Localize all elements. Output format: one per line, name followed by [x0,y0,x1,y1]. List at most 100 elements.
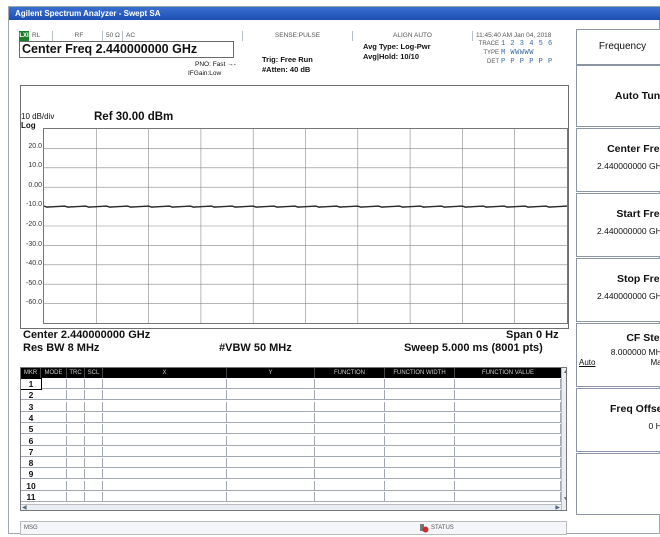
y-tick-label: -60.0 [26,299,42,307]
cf-step-man[interactable]: Man [650,358,660,367]
marker-cell [315,390,385,401]
marker-cell [315,469,385,480]
marker-cell [41,424,67,435]
marker-cell [67,446,85,457]
marker-cell [41,480,67,491]
status-bar: MSG STATUS [20,521,567,535]
marker-horizontal-scrollbar[interactable]: ◀ ▶ [21,504,561,510]
col-mode: MODE [41,368,67,378]
y-tick-label: -40.0 [26,260,42,268]
marker-cell [103,480,227,491]
marker-cell [85,435,103,446]
cf-step-value: 8.000000 MHz [610,347,660,357]
scroll-down-icon[interactable]: ▼ [562,496,566,502]
ifgain-label: IFGain:Low [188,70,222,77]
marker-cell [103,458,227,469]
col-trc: TRC [67,368,85,378]
trace-line [44,205,567,208]
stop-freq-label: Stop Freq [617,273,660,285]
res-bw-readout: Res BW 8 MHz [23,342,100,354]
start-freq-value: 2.440000000 GHz [597,226,660,236]
marker-cell [41,379,67,389]
cf-step-auto[interactable]: Auto [579,358,595,367]
marker-cell [41,401,67,412]
marker-row[interactable]: 4 [21,412,561,423]
marker-cell [455,379,561,389]
marker-cell [103,435,227,446]
marker-cell [315,446,385,457]
marker-cell [67,458,85,469]
marker-number: 3 [28,401,34,412]
marker-table-header: MKR MODE TRC SCL X Y FUNCTION FUNCTION W… [21,368,566,378]
marker-cell [85,458,103,469]
marker-cell [85,480,103,491]
marker-cell [385,492,455,502]
marker-row[interactable]: 9 [21,469,561,480]
marker-number: 4 [28,412,34,423]
cf-step-softkey[interactable]: CF Step 8.000000 MHz Auto Man [576,323,660,387]
marker-cell [227,469,315,480]
freq-offset-softkey[interactable]: Freq Offset 0 Hz [576,388,660,452]
marker-row[interactable]: 8 [21,458,561,469]
marker-cell [455,390,561,401]
marker-cell [85,379,103,389]
marker-table[interactable]: MKR MODE TRC SCL X Y FUNCTION FUNCTION W… [20,367,567,511]
marker-number: 2 [28,390,34,401]
pno-label: PNO: Fast →‑ [195,61,236,68]
center-freq-label: Center Freq [607,143,660,155]
center-freq-header[interactable]: Center Freq 2.440000000 GHz [19,41,234,58]
marker-cell [315,379,385,389]
auto-tune-label: Auto Tune [614,90,660,102]
marker-row[interactable]: 1 [21,378,561,390]
marker-row[interactable]: 6 [21,435,561,446]
scroll-right-icon[interactable]: ▶ [555,504,560,510]
marker-cell [67,412,85,423]
marker-row[interactable]: 3 [21,401,561,412]
stop-freq-softkey[interactable]: Stop Freq 2.440000000 GHz [576,258,660,322]
col-y: Y [227,368,315,378]
atten-label: #Atten: 40 dB [262,65,311,74]
marker-cell [315,458,385,469]
marker-cell [227,458,315,469]
marker-row[interactable]: 10 [21,480,561,491]
scroll-left-icon[interactable]: ◀ [22,504,27,510]
status-icon [419,523,429,533]
marker-cell [103,412,227,423]
marker-row[interactable]: 7 [21,446,561,457]
marker-cell [41,492,67,502]
marker-cell [103,379,227,389]
marker-number: 1 [21,378,42,390]
span-readout: Span 0 Hz [506,329,559,341]
marker-vertical-scrollbar[interactable]: ▲ ▼ [561,368,566,510]
marker-cell [315,401,385,412]
marker-cell [227,412,315,423]
marker-row[interactable]: 11 [21,492,561,502]
marker-cell [85,424,103,435]
marker-cell [455,458,561,469]
marker-cell [67,492,85,502]
y-tick-label: -20.0 [26,221,42,228]
arrow-icon: →‑ [227,61,236,68]
marker-cell [103,401,227,412]
start-freq-softkey[interactable]: Start Freq 2.440000000 GHz [576,193,660,257]
marker-cell [103,390,227,401]
marker-cell [227,492,315,502]
marker-cell [103,446,227,457]
marker-row[interactable]: 5 [21,424,561,435]
marker-cell [315,480,385,491]
marker-cell [385,390,455,401]
marker-cell [385,401,455,412]
marker-row[interactable]: 2 [21,390,561,401]
scroll-up-icon[interactable]: ▲ [562,369,566,375]
y-tick-label: 20.0 [28,142,42,150]
analyzer-window: Agilent Spectrum Analyzer - Swept SA LXI… [8,6,660,535]
auto-tune-softkey[interactable]: Auto Tune [576,65,660,127]
marker-cell [227,424,315,435]
marker-cell [85,492,103,502]
empty-softkey[interactable] [576,453,660,515]
marker-cell [455,492,561,502]
status-label[interactable]: STATUS [431,525,454,531]
marker-cell [67,401,85,412]
center-freq-softkey[interactable]: Center Freq 2.440000000 GHz [576,128,660,192]
marker-cell [67,379,85,389]
